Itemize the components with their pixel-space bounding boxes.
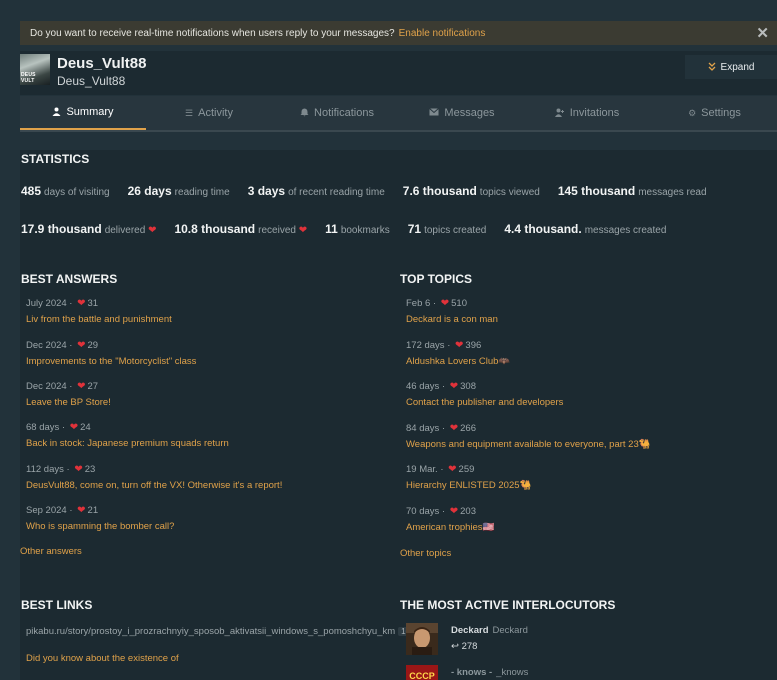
list-item: Feb 6 · ❤ 510 Deckard is a con man [406, 298, 498, 325]
best-answers-title: BEST ANSWERS [21, 272, 118, 286]
stat-messages-created: 4.4 thousand. messages created [504, 222, 667, 236]
topic-link[interactable]: Hierarchy ENLISTED 2025🐫 [406, 480, 531, 491]
tab-label: Notifications [314, 107, 374, 119]
answer-link[interactable]: DeusVult88, come on, turn off the VX! Ot… [26, 480, 282, 491]
avatar-caption: DEUS VULT [21, 72, 36, 84]
profile-tabs: Summary ☰ Activity Notifications Message… [20, 96, 777, 132]
topic-link[interactable]: Contact the publisher and developers [406, 397, 563, 408]
stat-topics-viewed: 7.6 thousand topics viewed [402, 184, 540, 198]
interlocutors-title: THE MOST ACTIVE INTERLOCUTORS [400, 598, 616, 612]
expand-button[interactable]: Expand [685, 55, 777, 79]
username: Deus_Vult88 [57, 55, 147, 72]
interlocutor-name[interactable]: - knows - _knows [451, 667, 528, 678]
tab-label: Messages [444, 107, 495, 119]
tab-notifications[interactable]: Notifications [272, 96, 402, 130]
close-icon[interactable]: ✕ [756, 24, 769, 42]
link-url[interactable]: pikabu.ru/story/prostoy_i_prozrachnyiy_s… [26, 625, 414, 638]
avatar-caption: СССР [409, 671, 435, 680]
tab-summary[interactable]: Summary [20, 96, 146, 130]
stat-bookmarks: 11 bookmarks [325, 222, 390, 236]
tab-messages[interactable]: Messages [402, 96, 522, 130]
heart-icon: ❤ [449, 423, 459, 434]
best-links-title: BEST LINKS [21, 598, 93, 612]
link-title[interactable]: Did you know about the existence of [26, 653, 179, 664]
stat-recent-reading: 3 days of recent reading time [247, 184, 385, 198]
list-item: Dec 2024 · ❤ 29 Improvements to the "Moto… [26, 340, 197, 367]
heart-icon: ❤ [77, 298, 86, 309]
heart-icon: ❤ [449, 506, 459, 517]
topic-link[interactable]: American trophies🇺🇸 [406, 522, 494, 533]
list-item: Sep 2024 · ❤ 21 Who is spamming the bombe… [26, 505, 175, 532]
heart-icon: ❤ [74, 464, 83, 475]
profile-header: DEUS VULT Deus_Vult88 Deus_Vult88 Expand [20, 51, 777, 95]
avatar[interactable]: DEUS VULT [20, 54, 50, 85]
statistics-title: STATISTICS [21, 152, 90, 166]
tab-label: Settings [701, 107, 741, 119]
heart-icon: ❤ [77, 381, 86, 392]
list-item: 68 days · ❤ 24 Back in stock: Japanese pr… [26, 422, 229, 449]
envelope-icon [429, 108, 440, 118]
heart-icon: ❤ [298, 225, 308, 236]
topic-link[interactable]: Weapons and equipment available to every… [406, 439, 651, 450]
stat-likes-received: 10.8 thousand received ❤ [174, 222, 308, 236]
user-plus-icon [554, 108, 565, 119]
answer-link[interactable]: Liv from the battle and punishment [26, 314, 172, 325]
heart-icon: ❤ [77, 340, 86, 351]
tab-settings[interactable]: ⚙ Settings [652, 96, 777, 130]
bell-icon [300, 108, 309, 119]
stat-topics-created: 71 topics created [407, 222, 487, 236]
tab-activity[interactable]: ☰ Activity [146, 96, 272, 130]
stats-row-1: 485 days of visiting 26 days reading time … [21, 184, 725, 198]
notification-banner: Do you want to receive real-time notific… [20, 21, 777, 45]
heart-icon: ❤ [77, 505, 86, 516]
heart-icon: ❤ [448, 464, 457, 475]
list-item: Dec 2024 · ❤ 27 Leave the BP Store! [26, 381, 111, 408]
stat-messages-read: 145 thousand messages read [557, 184, 707, 198]
tab-invitations[interactable]: Invitations [522, 96, 652, 130]
avatar[interactable] [406, 623, 438, 655]
reply-count: ↩ 278 [451, 641, 478, 652]
heart-icon: ❤ [69, 422, 79, 433]
answer-link[interactable]: Back in stock: Japanese premium squads r… [26, 438, 229, 449]
summary-content: STATISTICS 485 days of visiting 26 days re… [20, 150, 777, 680]
user-handle: Deus_Vult88 [57, 74, 126, 88]
list-item: 112 days · ❤ 23 DeusVult88, come on, turn… [26, 464, 283, 491]
list-item: July 2024 · ❤ 31 Liv from the battle and … [26, 298, 172, 325]
heart-icon: ❤ [455, 340, 464, 351]
stat-days-visited: 485 days of visiting [21, 184, 110, 198]
list-item: 84 days · ❤ 266 Weapons and equipment ava… [406, 423, 651, 450]
answer-link[interactable]: Leave the BP Store! [26, 397, 111, 408]
tab-label: Activity [198, 107, 233, 119]
avatar[interactable]: СССР [406, 665, 438, 680]
stat-reading-time: 26 days reading time [127, 184, 230, 198]
chevron-down-icon [708, 62, 716, 73]
other-answers-link[interactable]: Other answers [20, 546, 82, 557]
expand-label: Expand [720, 61, 755, 73]
list-item: 19 Mar. · ❤ 259 Hierarchy ENLISTED 2025🐫 [406, 464, 532, 491]
topic-link[interactable]: Deckard is a con man [406, 314, 498, 325]
interlocutor-name[interactable]: Deckard Deckard [451, 625, 528, 636]
answer-link[interactable]: Who is spamming the bomber call? [26, 521, 174, 532]
top-topics-title: TOP TOPICS [400, 272, 473, 286]
list-item: 46 days · ❤ 308 Contact the publisher and… [406, 381, 564, 408]
topic-link[interactable]: Aldushka Lovers Club🦇 [406, 356, 510, 367]
stat-likes-delivered: 17.9 thousand delivered ❤ [21, 222, 157, 236]
gear-icon: ⚙ [688, 107, 697, 118]
user-icon [52, 107, 61, 118]
other-topics-link[interactable]: Other topics [400, 548, 451, 559]
enable-notifications-link[interactable]: Enable notifications [399, 28, 486, 39]
tab-label: Summary [66, 106, 114, 118]
list-item: 70 days · ❤ 203 American trophies🇺🇸 [406, 506, 495, 533]
stats-row-2: 17.9 thousand delivered ❤ 10.8 thousand re… [21, 222, 684, 236]
reply-icon: ↩ [451, 641, 459, 652]
list-icon: ☰ [185, 107, 194, 118]
heart-icon: ❤ [449, 381, 459, 392]
banner-text: Do you want to receive real-time notific… [30, 27, 395, 39]
answer-link[interactable]: Improvements to the "Motorcyclist" class [26, 356, 196, 367]
heart-icon: ❤ [148, 225, 157, 236]
heart-icon: ❤ [440, 298, 450, 309]
tab-label: Invitations [569, 107, 620, 119]
list-item: 172 days · ❤ 396 Aldushka Lovers Club🦇 [406, 340, 511, 367]
